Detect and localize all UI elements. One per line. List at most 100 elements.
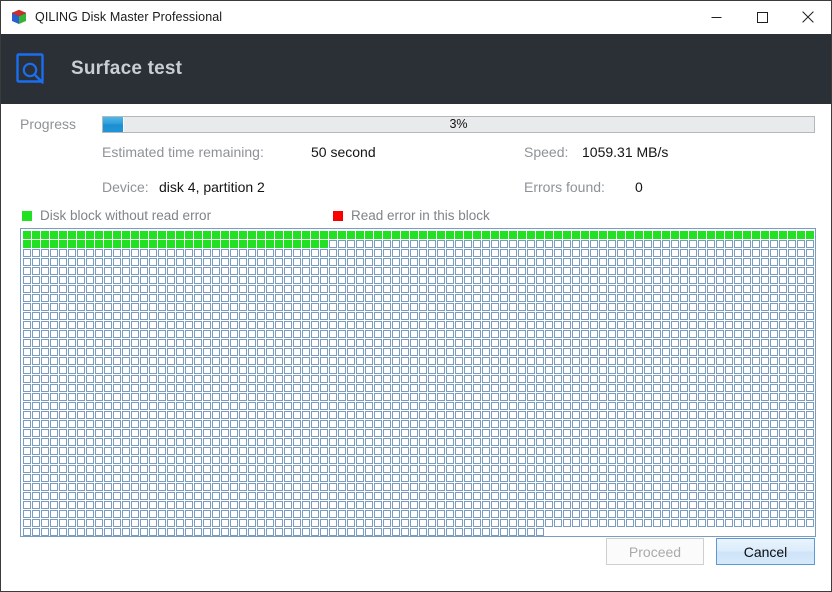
block-cell-empty: [662, 267, 670, 275]
block-cell-empty: [320, 510, 328, 518]
block-cell-empty: [176, 411, 184, 419]
block-cell-empty: [194, 258, 202, 266]
block-cell-empty: [581, 240, 589, 248]
block-cell-empty: [536, 375, 544, 383]
block-cell-empty: [68, 294, 76, 302]
block-cell-empty: [734, 447, 742, 455]
block-cell-empty: [671, 240, 679, 248]
block-cell-empty: [203, 474, 211, 482]
block-cell-empty: [356, 330, 364, 338]
block-cell-empty: [428, 366, 436, 374]
block-cell-empty: [293, 303, 301, 311]
block-cell-empty: [95, 456, 103, 464]
block-cell-empty: [320, 267, 328, 275]
block-cell-ok: [257, 240, 265, 248]
block-cell-empty: [329, 339, 337, 347]
cancel-button[interactable]: Cancel: [716, 538, 815, 565]
block-cell-empty: [266, 393, 274, 401]
block-cell-empty: [248, 339, 256, 347]
block-cell-empty: [284, 510, 292, 518]
block-cell-empty: [347, 312, 355, 320]
block-cell-empty: [455, 492, 463, 500]
block-cell-empty: [266, 438, 274, 446]
block-cell-empty: [617, 438, 625, 446]
block-cell-empty: [536, 393, 544, 401]
block-cell-empty: [500, 384, 508, 392]
block-cell-empty: [365, 465, 373, 473]
block-cell-empty: [806, 294, 814, 302]
block-cell-ok: [158, 231, 166, 239]
block-cell-empty: [590, 348, 598, 356]
block-cell-empty: [203, 420, 211, 428]
block-cell-empty: [716, 240, 724, 248]
block-cell-empty: [608, 519, 616, 527]
block-cell-ok: [68, 240, 76, 248]
block-cell-empty: [401, 483, 409, 491]
block-cell-empty: [698, 249, 706, 257]
block-cell-empty: [383, 249, 391, 257]
block-cell-empty: [365, 474, 373, 482]
block-cell-empty: [518, 321, 526, 329]
block-cell-empty: [392, 492, 400, 500]
block-cell-empty: [473, 447, 481, 455]
block-cell-empty: [527, 375, 535, 383]
block-cell-empty: [203, 303, 211, 311]
block-cell-empty: [122, 285, 130, 293]
block-cell-empty: [500, 438, 508, 446]
block-cell-empty: [59, 402, 67, 410]
block-cell-empty: [671, 384, 679, 392]
block-cell-empty: [806, 510, 814, 518]
block-cell-empty: [266, 321, 274, 329]
block-cell-empty: [329, 366, 337, 374]
block-cell-ok: [455, 231, 463, 239]
block-cell-empty: [617, 402, 625, 410]
block-cell-empty: [356, 294, 364, 302]
block-cell-empty: [509, 438, 517, 446]
block-cell-empty: [671, 492, 679, 500]
block-cell-empty: [320, 411, 328, 419]
block-cell-empty: [248, 321, 256, 329]
block-cell-empty: [122, 465, 130, 473]
block-cell-empty: [707, 447, 715, 455]
block-cell-empty: [779, 312, 787, 320]
proceed-button[interactable]: Proceed: [606, 538, 704, 565]
block-cell-empty: [275, 366, 283, 374]
block-cell-empty: [698, 267, 706, 275]
minimize-button[interactable]: [693, 1, 739, 33]
block-cell-empty: [347, 294, 355, 302]
block-cell-empty: [563, 285, 571, 293]
block-cell-empty: [293, 330, 301, 338]
block-cell-empty: [383, 366, 391, 374]
block-cell-empty: [743, 492, 751, 500]
block-cell-empty: [203, 276, 211, 284]
block-cell-empty: [401, 267, 409, 275]
block-cell-empty: [95, 258, 103, 266]
block-cell-empty: [671, 312, 679, 320]
block-cell-empty: [689, 474, 697, 482]
block-cell-empty: [239, 420, 247, 428]
block-cell-empty: [437, 420, 445, 428]
maximize-button[interactable]: [739, 1, 785, 33]
block-cell-empty: [500, 276, 508, 284]
block-cell-empty: [383, 393, 391, 401]
block-cell-empty: [671, 267, 679, 275]
block-cell-empty: [527, 366, 535, 374]
block-cell-empty: [194, 267, 202, 275]
close-button[interactable]: [785, 1, 831, 33]
block-cell-empty: [374, 420, 382, 428]
block-cell-empty: [338, 375, 346, 383]
block-cell-empty: [518, 456, 526, 464]
block-cell-empty: [608, 402, 616, 410]
block-cell-empty: [239, 312, 247, 320]
block-cell-empty: [482, 312, 490, 320]
block-cell-empty: [347, 402, 355, 410]
block-cell-empty: [95, 420, 103, 428]
block-cell-empty: [428, 456, 436, 464]
block-cell-empty: [464, 492, 472, 500]
block-cell-empty: [626, 483, 634, 491]
block-cell-empty: [194, 339, 202, 347]
block-cell-empty: [374, 240, 382, 248]
block-cell-empty: [509, 492, 517, 500]
block-cell-empty: [437, 240, 445, 248]
block-cell-empty: [284, 402, 292, 410]
